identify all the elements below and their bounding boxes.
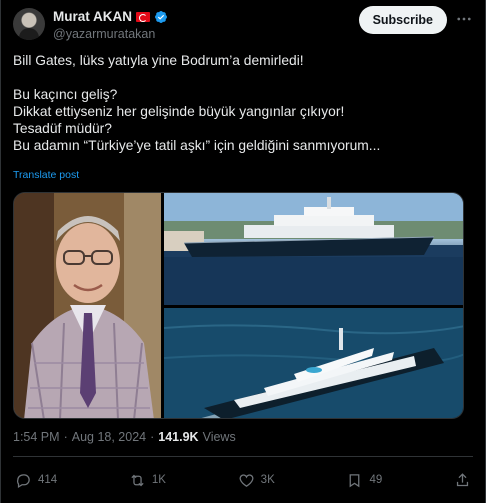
tweet-date[interactable]: Aug 18, 2024 [72, 430, 146, 444]
views-label: Views [202, 430, 236, 444]
translate-post-link[interactable]: Translate post [13, 169, 79, 181]
bookmark-icon [350, 473, 360, 487]
author-name-row[interactable]: Murat AKAN [53, 9, 168, 24]
author-handle[interactable]: @yazarmuratakan [53, 27, 155, 41]
verified-badge-icon[interactable] [154, 10, 168, 24]
repost-count: 1K [151, 474, 166, 486]
author-avatar[interactable] [13, 8, 45, 40]
share-button[interactable] [454, 472, 471, 489]
divider [13, 456, 473, 457]
share-icon [456, 472, 469, 486]
tweet-line: Bu kaçıncı geliş? [13, 87, 118, 102]
reply-icon [17, 473, 30, 488]
repost-icon [131, 474, 144, 486]
like-count: 3K [260, 474, 275, 486]
media-photo-yacht-harbor[interactable] [164, 193, 463, 305]
tweet-container: Murat AKAN @yazarmuratakan Subscribe Bil… [0, 0, 486, 503]
meta-separator: · [150, 430, 155, 444]
subscribe-button[interactable]: Subscribe [358, 6, 447, 34]
reply-count: 414 [38, 474, 58, 486]
turkey-flag-icon [136, 11, 150, 22]
media-photo-portrait[interactable] [14, 193, 161, 418]
tweet-actions-bar: 414 1K 3K 49 [15, 470, 471, 490]
tweet-line: Dikkat ettiyseniz her gelişinde büyük ya… [13, 104, 345, 119]
tweet-line: Bu adamın “Türkiye’ye tatil aşkı” için g… [13, 138, 381, 153]
bookmark-button[interactable]: 49 [346, 472, 382, 489]
more-dots-icon[interactable] [455, 10, 473, 30]
meta-separator: · [63, 430, 68, 444]
tweet-text: Bill Gates, lüks yatıyla yine Bodrum’a d… [13, 52, 475, 154]
tweet-line: Tesadüf müdür? [13, 121, 112, 136]
tweet-time[interactable]: 1:54 PM [13, 430, 60, 444]
media-photo-yacht-sea[interactable] [164, 308, 463, 418]
tweet-media-grid [13, 192, 464, 419]
reply-button[interactable]: 414 [15, 472, 57, 489]
author-display-name[interactable]: Murat AKAN [53, 9, 132, 24]
bookmark-count: 49 [369, 474, 383, 486]
tweet-line: Bill Gates, lüks yatıyla yine Bodrum’a d… [13, 53, 304, 68]
tweet-header: Murat AKAN @yazarmuratakan Subscribe [13, 6, 473, 46]
heart-icon [239, 473, 254, 487]
like-button[interactable]: 3K [238, 472, 275, 489]
views-count: 141.9K [158, 430, 199, 444]
tweet-meta: 1:54 PM · Aug 18, 2024 · 141.9K Views [13, 430, 236, 444]
repost-button[interactable]: 1K [129, 472, 166, 489]
